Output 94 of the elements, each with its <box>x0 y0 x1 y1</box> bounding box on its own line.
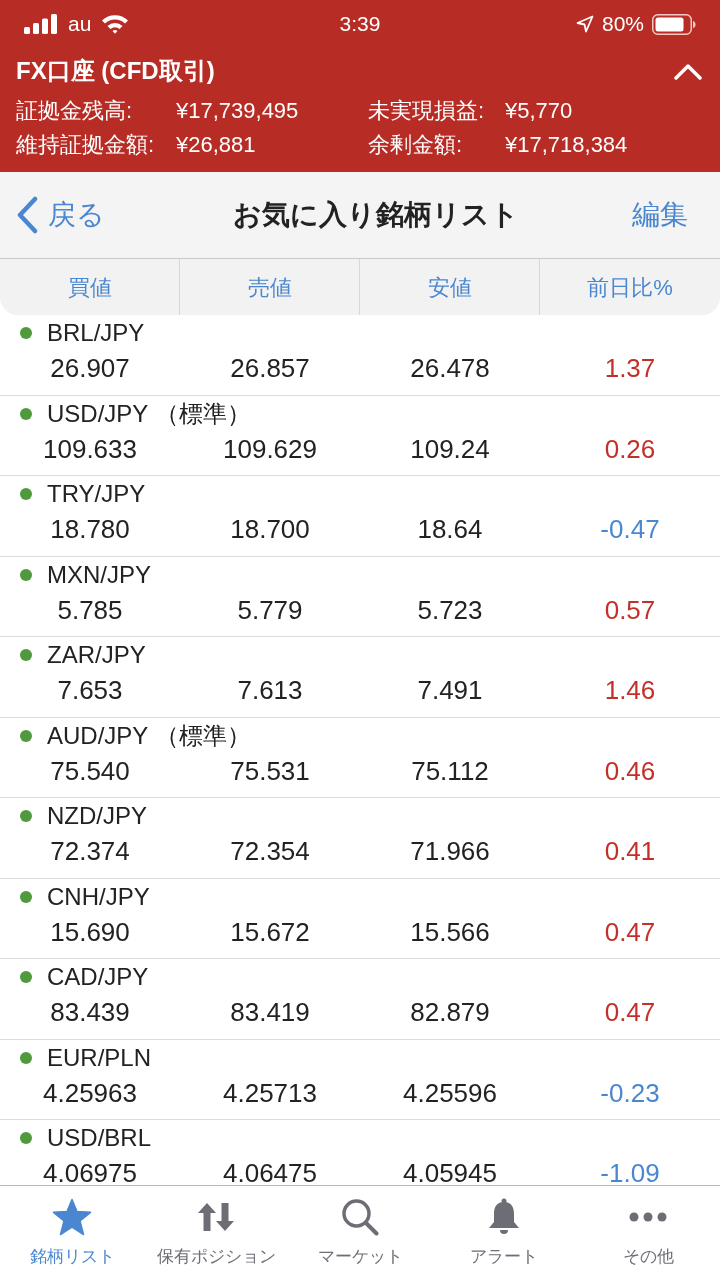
table-cell-text: 75.531 <box>230 754 310 788</box>
bell-icon <box>487 1198 521 1236</box>
symbol-name: AUD/JPY （標準） <box>47 720 251 751</box>
tab-item[interactable]: その他 <box>576 1186 720 1280</box>
back-chevron-icon <box>16 196 38 234</box>
table-cell-text: 5.785 <box>57 593 123 627</box>
table-cell-text: 7.491 <box>417 674 483 707</box>
change-cell-text: -1.09 <box>600 1157 660 1185</box>
table-row[interactable]: CNH/JPY 15.690 15.672 15.566 0.47 <box>0 878 720 959</box>
chevron-up-icon[interactable] <box>674 62 702 80</box>
carrier-name: au <box>68 11 92 38</box>
table-cell-text: 75.112 <box>411 754 489 788</box>
table-cell-text: 4.25596 <box>403 1076 497 1110</box>
table-cell-text: 71.966 <box>410 835 490 868</box>
table-cell-text: 4.25713 <box>223 1076 317 1110</box>
field-value: ¥26,881 <box>176 131 257 159</box>
table-cell-text: 72.354 <box>230 835 310 868</box>
table-row[interactable]: AUD/JPY （標準） 75.540 75.531 75.112 0.46 <box>0 717 720 798</box>
symbol-name: BRL/JPY <box>47 318 145 348</box>
tab-item[interactable]: アラート <box>432 1186 576 1280</box>
field-label: 余剰金額: <box>368 131 464 159</box>
up-down-arrows-icon <box>197 1202 235 1232</box>
table-cell-text: 83.419 <box>230 996 310 1029</box>
table-cell-text: 4.25963 <box>43 1076 137 1110</box>
status-time: 3:39 <box>339 11 381 38</box>
table-row[interactable]: CAD/JPY 83.439 83.419 82.879 0.47 <box>0 959 720 1040</box>
symbol-name: NZD/JPY <box>47 801 147 831</box>
wifi-icon <box>101 14 130 34</box>
symbol-name: USD/JPY （標準） <box>47 398 251 429</box>
table-cell-text: 15.672 <box>230 915 310 949</box>
symbol-name: CAD/JPY <box>47 962 149 992</box>
page-title: お気に入り銘柄リスト <box>232 198 519 232</box>
table-row[interactable]: MXN/JPY 5.785 5.779 5.723 0.57 <box>0 556 720 637</box>
change-cell-text: 0.47 <box>604 915 656 949</box>
account-title: FX口座 (CFD取引) <box>16 56 215 86</box>
change-cell-text: -0.23 <box>600 1076 660 1110</box>
change-cell-text: 1.46 <box>604 674 656 707</box>
field-value: ¥5,770 <box>505 97 574 125</box>
table-cell-text: 18.64 <box>417 513 483 546</box>
symbol-name: USD/BRL <box>47 1123 152 1153</box>
field-label: 未実現損益: <box>368 97 486 125</box>
table-cell-text: 5.779 <box>237 593 303 627</box>
table-cell-text: 109.629 <box>223 432 317 466</box>
table-cell-text: 109.24 <box>410 432 490 466</box>
table-cell-text: 4.06475 <box>223 1157 317 1185</box>
signal-icon <box>24 14 58 34</box>
table-row[interactable]: ZAR/JPY 7.653 7.613 7.491 1.46 <box>0 637 720 718</box>
symbol-name: CNH/JPY <box>47 881 150 912</box>
table-cell-text: 26.907 <box>50 352 130 385</box>
table-cell-text: 15.690 <box>50 915 130 949</box>
tab-item[interactable]: 保有ポジション <box>144 1186 288 1280</box>
tab-item[interactable]: マーケット <box>288 1186 432 1280</box>
field-value: ¥17,718,384 <box>505 131 629 159</box>
table-cell-text: 15.566 <box>410 915 490 949</box>
location-arrow-icon <box>575 15 594 33</box>
table-row[interactable]: USD/JPY （標準） 109.633 109.629 109.24 0.26 <box>0 395 720 476</box>
table-cell-text: 4.05945 <box>403 1157 497 1185</box>
symbol-name: EUR/PLN <box>47 1042 152 1073</box>
change-cell-text: 0.46 <box>604 754 656 788</box>
table-cell-text: 75.540 <box>50 754 130 788</box>
table-row[interactable]: TRY/JPY 18.780 18.700 18.64 -0.47 <box>0 476 720 557</box>
field-value: ¥17,739,495 <box>176 97 300 125</box>
change-cell-text: 0.41 <box>604 835 656 868</box>
change-cell-text: -0.47 <box>600 513 660 546</box>
field-label: 証拠金残高: <box>16 97 134 125</box>
table-cell-text: 109.633 <box>43 432 137 466</box>
table-row[interactable]: EUR/PLN 4.25963 4.25713 4.25596 -0.23 <box>0 1039 720 1120</box>
table-row[interactable]: NZD/JPY 72.374 72.354 71.966 0.41 <box>0 798 720 879</box>
table-row[interactable]: BRL/JPY 26.907 26.857 26.478 1.37 <box>0 315 720 396</box>
table-cell-text: 82.879 <box>410 996 490 1029</box>
table-cell-text: 83.439 <box>50 996 130 1029</box>
table-cell-text: 26.478 <box>410 352 490 385</box>
change-cell-text: 0.57 <box>604 593 656 627</box>
change-cell-text: 0.26 <box>604 432 656 466</box>
table-cell-text: 4.06975 <box>43 1157 137 1185</box>
more-icon <box>629 1212 667 1222</box>
table-cell-text: 5.723 <box>417 593 483 627</box>
symbol-name: MXN/JPY <box>47 559 151 590</box>
battery-icon <box>652 13 696 35</box>
search-icon <box>341 1198 379 1236</box>
symbol-name: ZAR/JPY <box>47 640 146 670</box>
table-cell-text: 18.780 <box>50 513 130 546</box>
symbol-name: TRY/JPY <box>47 479 146 509</box>
table-cell-text: 26.857 <box>230 352 310 385</box>
tab-item[interactable]: 銘柄リスト <box>0 1186 144 1280</box>
field-label: 維持証拠金額: <box>16 131 156 159</box>
table-cell-text: 18.700 <box>230 513 310 546</box>
battery-percent: 80% <box>601 11 644 38</box>
change-cell-text: 1.37 <box>604 352 656 385</box>
change-cell-text: 0.47 <box>604 996 656 1029</box>
star-icon <box>52 1198 92 1236</box>
table-cell-text: 7.613 <box>237 674 303 707</box>
table-cell-text: 72.374 <box>50 835 130 868</box>
table-cell-text: 7.653 <box>57 674 123 707</box>
